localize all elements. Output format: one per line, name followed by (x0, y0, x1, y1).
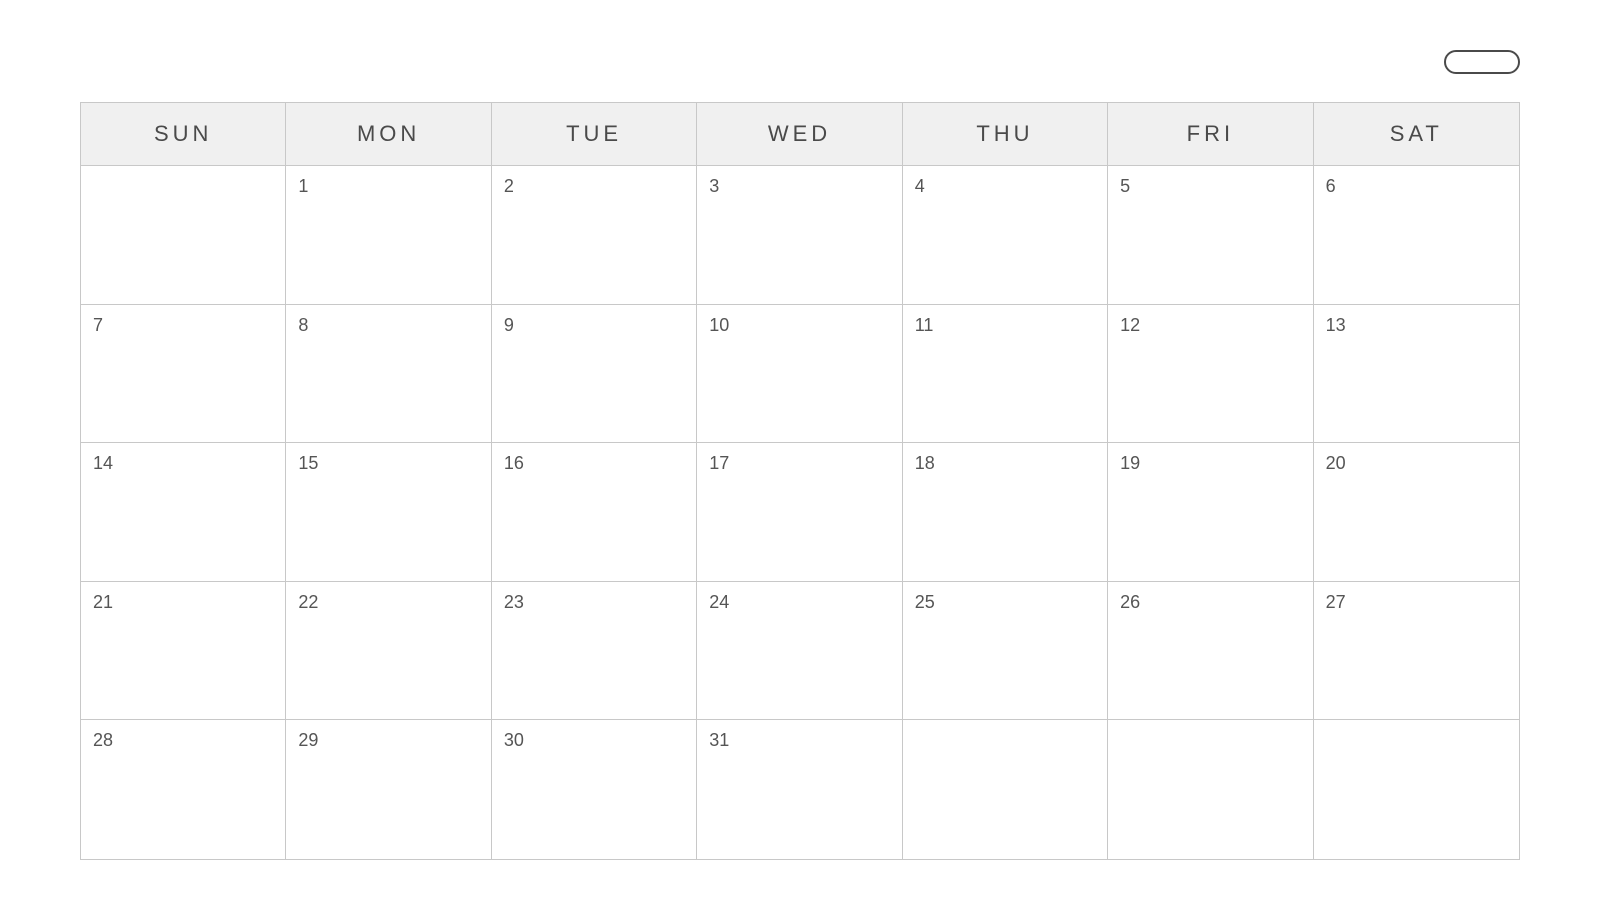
day-cell[interactable]: 13 (1314, 305, 1519, 444)
day-number: 6 (1326, 176, 1336, 198)
week-row-2: 7 8 9 10 11 12 13 (81, 305, 1519, 444)
day-header-sun: SUN (81, 103, 286, 166)
day-number: 5 (1120, 176, 1130, 198)
day-header-sat: SAT (1314, 103, 1519, 166)
day-cell[interactable]: 29 (286, 720, 491, 859)
day-header-thu: THU (903, 103, 1108, 166)
day-number: 13 (1326, 315, 1346, 337)
day-cell[interactable]: 24 (697, 582, 902, 721)
day-cell[interactable] (81, 166, 286, 305)
day-number: 19 (1120, 453, 1140, 475)
day-number: 26 (1120, 592, 1140, 614)
day-cell[interactable]: 20 (1314, 443, 1519, 582)
day-cell[interactable] (1108, 720, 1313, 859)
day-cell[interactable]: 11 (903, 305, 1108, 444)
day-header-tue: TUE (492, 103, 697, 166)
day-number: 1 (298, 176, 308, 198)
day-number: 23 (504, 592, 524, 614)
day-cell[interactable]: 28 (81, 720, 286, 859)
day-number: 30 (504, 730, 524, 752)
day-number: 12 (1120, 315, 1140, 337)
day-number: 16 (504, 453, 524, 475)
day-number: 20 (1326, 453, 1346, 475)
day-number: 29 (298, 730, 318, 752)
day-header-fri: FRI (1108, 103, 1313, 166)
year-badge (1444, 50, 1520, 74)
week-row-1: 1 2 3 4 5 6 (81, 166, 1519, 305)
day-cell[interactable]: 26 (1108, 582, 1313, 721)
day-cell[interactable]: 1 (286, 166, 491, 305)
day-cell[interactable]: 18 (903, 443, 1108, 582)
day-cell[interactable] (903, 720, 1108, 859)
day-number: 10 (709, 315, 729, 337)
day-number: 21 (93, 592, 113, 614)
day-cell[interactable]: 3 (697, 166, 902, 305)
day-cell[interactable]: 21 (81, 582, 286, 721)
day-cell[interactable]: 30 (492, 720, 697, 859)
week-row-5: 28 29 30 31 (81, 720, 1519, 859)
day-number: 9 (504, 315, 514, 337)
calendar-header (80, 50, 1520, 74)
week-row-3: 14 15 16 17 18 19 20 (81, 443, 1519, 582)
day-number: 17 (709, 453, 729, 475)
day-cell[interactable]: 4 (903, 166, 1108, 305)
day-cell[interactable]: 31 (697, 720, 902, 859)
day-cell[interactable]: 23 (492, 582, 697, 721)
day-number: 4 (915, 176, 925, 198)
calendar-weeks: 1234567891011121314151617181920212223242… (81, 166, 1519, 859)
day-cell[interactable]: 6 (1314, 166, 1519, 305)
day-number: 31 (709, 730, 729, 752)
day-number: 22 (298, 592, 318, 614)
day-cell[interactable]: 5 (1108, 166, 1313, 305)
day-cell[interactable]: 7 (81, 305, 286, 444)
day-cell[interactable]: 12 (1108, 305, 1313, 444)
day-cell[interactable]: 9 (492, 305, 697, 444)
day-cell[interactable]: 19 (1108, 443, 1313, 582)
day-cell[interactable]: 15 (286, 443, 491, 582)
day-number: 15 (298, 453, 318, 475)
day-cell[interactable]: 25 (903, 582, 1108, 721)
day-number: 8 (298, 315, 308, 337)
day-cell[interactable]: 17 (697, 443, 902, 582)
day-cell[interactable]: 10 (697, 305, 902, 444)
day-number: 27 (1326, 592, 1346, 614)
day-number: 24 (709, 592, 729, 614)
day-number: 18 (915, 453, 935, 475)
day-number: 28 (93, 730, 113, 752)
day-number: 25 (915, 592, 935, 614)
day-number: 2 (504, 176, 514, 198)
day-number: 14 (93, 453, 113, 475)
day-cell[interactable]: 14 (81, 443, 286, 582)
day-cell[interactable]: 8 (286, 305, 491, 444)
day-headers-row: SUNMONTUEWEDTHUFRISAT (81, 103, 1519, 166)
day-cell[interactable] (1314, 720, 1519, 859)
day-cell[interactable]: 2 (492, 166, 697, 305)
day-number: 7 (93, 315, 103, 337)
day-header-mon: MON (286, 103, 491, 166)
day-number: 3 (709, 176, 719, 198)
day-number: 11 (915, 315, 934, 337)
week-row-4: 21 22 23 24 25 26 27 (81, 582, 1519, 721)
day-cell[interactable]: 16 (492, 443, 697, 582)
day-cell[interactable]: 22 (286, 582, 491, 721)
day-cell[interactable]: 27 (1314, 582, 1519, 721)
day-header-wed: WED (697, 103, 902, 166)
calendar-grid: SUNMONTUEWEDTHUFRISAT 123456789101112131… (80, 102, 1520, 860)
